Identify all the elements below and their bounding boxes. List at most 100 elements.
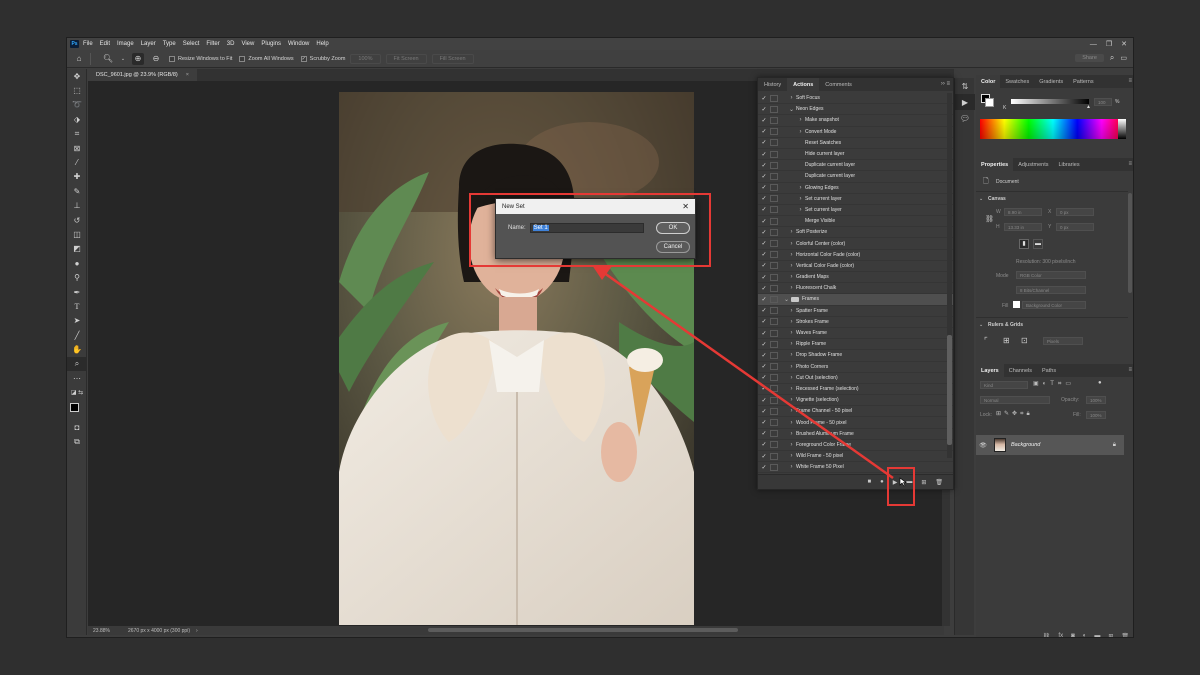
chevron-right-icon[interactable]: › [787,352,796,358]
dialog-toggle-box[interactable] [770,295,778,303]
comments-panel-icon[interactable]: 💬︎ [955,110,975,126]
screen-mode-icon[interactable]: ⧉ [67,434,87,448]
checkmark-icon[interactable]: ✓ [758,419,770,426]
chevron-right-icon[interactable]: › [787,408,796,414]
action-row[interactable]: ✓ Duplicate current layer [758,160,953,172]
frame-tool-icon[interactable]: ⊠ [67,141,87,155]
menu-filter[interactable]: Filter [206,41,219,47]
dialog-toggle-box[interactable] [770,419,778,427]
checkmark-icon[interactable]: ✓ [758,251,770,258]
link-icon[interactable]: ⛓︎ [985,215,994,223]
cancel-button[interactable]: Cancel [656,241,690,253]
chevron-down-icon[interactable]: ⌄ [782,296,791,303]
menu-select[interactable]: Select [183,41,200,47]
dialog-toggle-box[interactable] [770,363,778,371]
checkmark-icon[interactable]: ✓ [758,341,770,348]
minimize-icon[interactable]: — [1090,41,1097,48]
action-row[interactable]: ✓ › Strokes Frame [758,317,953,328]
dialog-toggle-box[interactable] [770,184,778,192]
action-row[interactable]: ✓ › Soft Posterize [758,227,953,239]
spectrum-white-black[interactable] [1118,119,1126,139]
marquee-tool-icon[interactable]: ⬚ [67,83,87,97]
delete-icon[interactable]: 🗑︎ [935,479,943,486]
bg-color-swatch[interactable] [985,98,994,107]
menu-window[interactable]: Window [288,41,309,47]
new-group-icon[interactable]: ▬ [1094,633,1100,637]
chevron-right-icon[interactable]: › [796,207,805,213]
action-row[interactable]: ✓ › Wild Frame - 50 pixel [758,451,953,463]
layer-row-background[interactable]: 👁︎ Background 🔒︎ [976,435,1124,455]
eye-icon[interactable]: 👁︎ [976,442,990,449]
record-icon[interactable]: ● [880,479,884,485]
tab-color[interactable]: Color [976,75,1001,88]
fx-icon[interactable]: fx [1058,633,1063,637]
crop-tool-icon[interactable]: ⌗ [67,127,87,141]
tab-comments[interactable]: Comments [819,78,858,91]
ruler-icon[interactable]: ⌜ [984,336,988,345]
checkmark-icon[interactable]: ✓ [758,318,770,325]
action-row[interactable]: ✓ Reset Swatches [758,138,953,149]
checkmark-icon[interactable]: ✓ [758,408,770,415]
tab-channels[interactable]: Channels [1004,364,1037,377]
dialog-toggle-box[interactable] [770,329,778,337]
dialog-toggle-box[interactable] [770,351,778,359]
width-field[interactable]: 8.90 in [1004,208,1042,216]
units-select[interactable]: Pixels [1043,337,1083,345]
action-row[interactable]: ✓ › Frame Channel - 50 pixel [758,406,953,418]
adjustment-layer-icon[interactable]: ◐ [1083,633,1087,637]
dialog-toggle-box[interactable] [770,463,778,471]
action-row[interactable]: ✓ › Photo Corners [758,362,953,373]
menu-plugins[interactable]: Plugins [261,41,281,47]
chevron-right-icon[interactable]: › [787,431,796,437]
dialog-toggle-box[interactable] [770,284,778,292]
status-arrow-icon[interactable]: › [196,628,198,634]
object-selection-tool-icon[interactable]: ⬗ [67,112,87,126]
resize-windows-checkbox[interactable]: Resize Windows to Fit [169,55,232,62]
restore-icon[interactable]: ❐ [1106,40,1112,48]
dialog-toggle-box[interactable] [770,161,778,169]
action-row[interactable]: ✓ › Waves Frame [758,328,953,340]
path-selection-tool-icon[interactable]: ➤ [67,314,87,328]
checkmark-icon[interactable]: ✓ [758,397,770,404]
panel-menu-icon[interactable]: ›› ≡ [941,81,950,87]
landscape-orientation-icon[interactable]: ▬ [1033,239,1043,249]
chevron-right-icon[interactable]: › [787,464,796,470]
foreground-background-swatch[interactable] [67,400,87,420]
slider-handle-icon[interactable]: ▲ [1086,104,1091,110]
action-row[interactable]: ✓ › Gradient Maps [758,272,953,284]
layer-filter-kind[interactable]: Kind [980,381,1028,389]
eyedropper-tool-icon[interactable]: ⁄ [67,155,87,169]
action-row[interactable]: ✓ › Drop Shadow Frame [758,350,953,362]
chevron-right-icon[interactable]: › [787,386,796,392]
chevron-right-icon[interactable]: › [787,285,796,291]
properties-scrollbar[interactable] [1128,193,1132,293]
x-field[interactable]: 0 px [1056,208,1094,216]
history-brush-tool-icon[interactable]: ↺ [67,213,87,227]
panel-menu-icon[interactable]: ≡ [1128,78,1132,84]
chevron-right-icon[interactable]: › [796,129,805,135]
stop-icon[interactable]: ■ [867,479,871,485]
chevron-right-icon[interactable]: › [787,229,796,235]
zoom-out-icon[interactable]: ⊖ [150,53,162,65]
search-icon[interactable]: ⌕ [1110,53,1114,63]
zoom-in-icon[interactable]: ⊕ [132,52,144,65]
checkmark-icon[interactable]: ✓ [758,363,770,370]
action-row[interactable]: ✓ Hide current layer [758,149,953,161]
chevron-right-icon[interactable]: › [796,185,805,191]
new-layer-icon[interactable]: ⊞ [1108,633,1113,637]
action-row[interactable]: ✓ ⌄ Neon Edges [758,104,953,116]
checkmark-icon[interactable]: ✓ [758,218,770,225]
dialog-toggle-box[interactable] [770,452,778,460]
play-icon[interactable]: ▶ [893,479,898,486]
action-row[interactable]: ✓ › Horizontal Color Fade (color) [758,250,953,261]
fill-field[interactable]: 100% [1086,411,1106,419]
menu-type[interactable]: Type [163,41,176,47]
close-tab-icon[interactable]: × [186,72,189,78]
layer-filter-icons[interactable]: ▣◐T⌗▭ [1033,380,1075,388]
tab-swatches[interactable]: Swatches [1000,75,1034,88]
menu-edit[interactable]: Edit [100,41,110,47]
eraser-tool-icon[interactable]: ◫ [67,227,87,241]
brush-tool-icon[interactable]: ✎ [67,184,87,198]
dialog-toggle-box[interactable] [770,240,778,248]
blur-tool-icon[interactable]: ● [67,256,87,270]
